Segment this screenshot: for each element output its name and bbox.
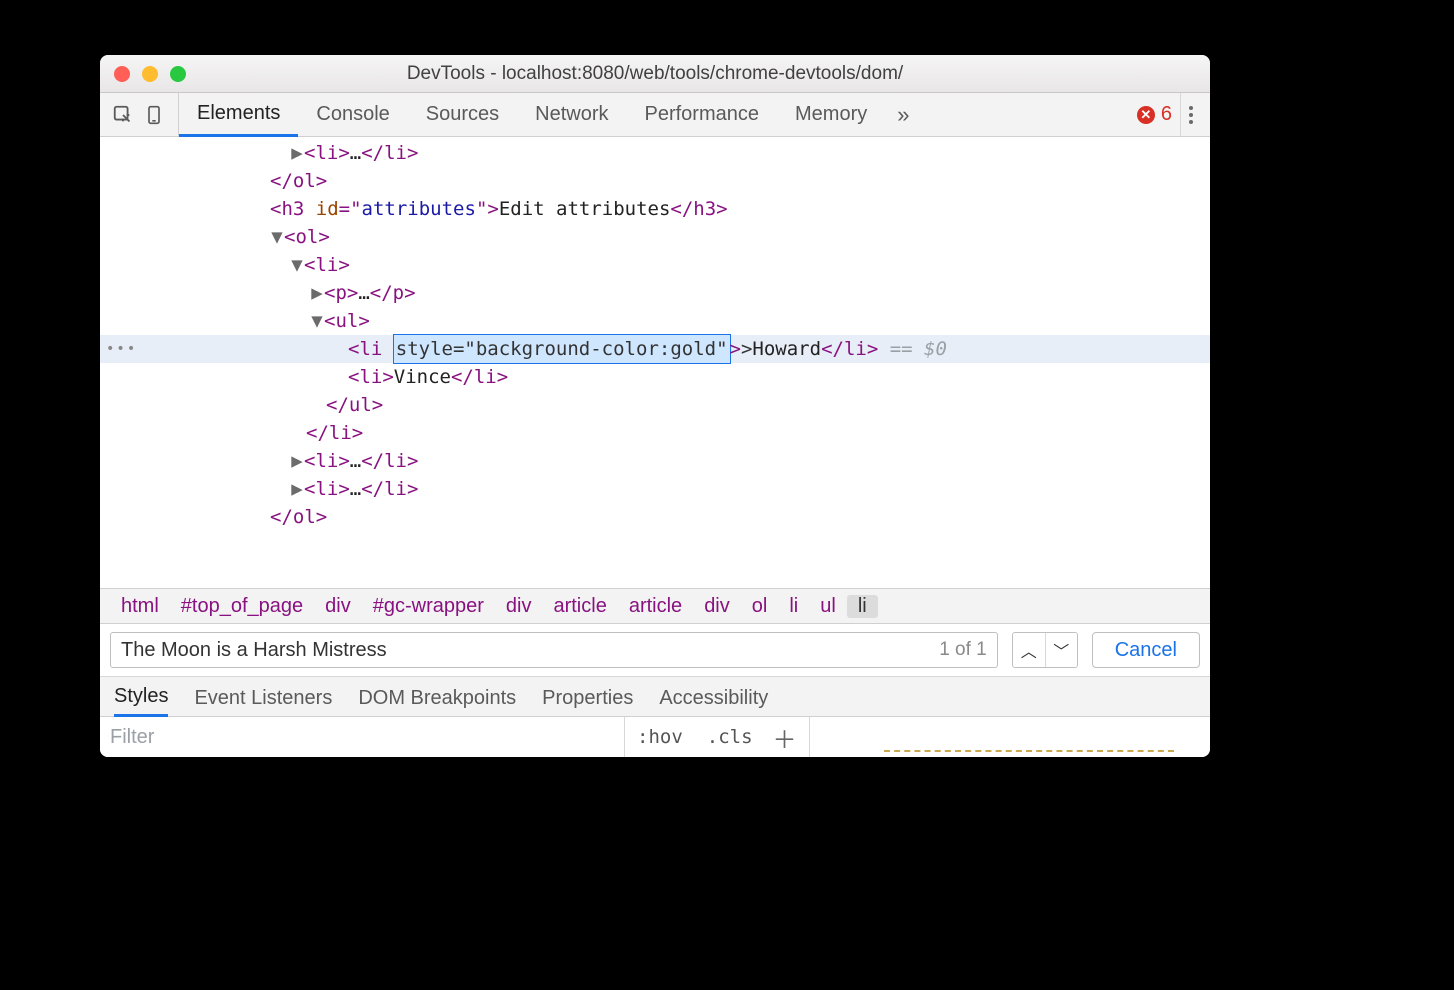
dom-node[interactable]: ▼<ol> (100, 223, 1210, 251)
dom-node[interactable]: ▼<ul> (100, 307, 1210, 335)
attribute-edit-input[interactable]: style="background-color:gold" (394, 335, 730, 363)
inspect-element-icon[interactable] (112, 104, 134, 126)
close-window-button[interactable] (114, 66, 130, 82)
minimize-window-button[interactable] (142, 66, 158, 82)
breadcrumb-item[interactable]: article (542, 595, 617, 618)
window-title: DevTools - localhost:8080/web/tools/chro… (100, 63, 1210, 85)
kebab-menu-icon[interactable] (1180, 93, 1204, 136)
main-toolbar: ElementsConsoleSourcesNetworkPerformance… (100, 93, 1210, 137)
dom-node[interactable]: <h3 id="attributes">Edit attributes</h3> (100, 195, 1210, 223)
dom-node-selected[interactable]: •••<li style="background-color:gold">>Ho… (100, 335, 1210, 363)
zoom-window-button[interactable] (170, 66, 186, 82)
search-nav-buttons: ︿ ﹀ (1012, 632, 1078, 668)
dom-breadcrumbs: html#top_of_pagediv#gc-wrapperdivarticle… (100, 588, 1210, 624)
devtools-window: DevTools - localhost:8080/web/tools/chro… (100, 55, 1210, 757)
inline-style-placeholder (884, 750, 1174, 753)
cls-toggle[interactable]: .cls (695, 717, 765, 757)
dom-node[interactable]: ▶<li>…</li> (100, 139, 1210, 167)
breadcrumb-item[interactable]: ol (741, 595, 779, 618)
breadcrumb-item[interactable]: #top_of_page (170, 595, 314, 618)
dom-node[interactable]: ▶<p>…</p> (100, 279, 1210, 307)
breadcrumb-item[interactable]: article (618, 595, 693, 618)
breadcrumb-item[interactable]: li (778, 595, 809, 618)
styles-subtabs: Styles Event Listeners DOM Breakpoints Prop… (100, 677, 1210, 717)
error-count: 6 (1161, 103, 1172, 126)
styles-filter-input[interactable] (100, 717, 625, 757)
elements-dom-tree[interactable]: ▶<li>…</li></ol><h3 id="attributes">Edit… (100, 137, 1210, 588)
breadcrumb-item[interactable]: div (495, 595, 543, 618)
tabs-overflow-button[interactable]: » (885, 102, 921, 128)
search-prev-button[interactable]: ︿ (1013, 633, 1045, 667)
dom-node[interactable]: ▶<li>…</li> (100, 475, 1210, 503)
titlebar: DevTools - localhost:8080/web/tools/chro… (100, 55, 1210, 93)
breadcrumb-item[interactable]: li (847, 595, 878, 618)
error-count-badge[interactable]: ✕ 6 (1129, 103, 1180, 126)
dom-node[interactable]: <li>Vince</li> (100, 363, 1210, 391)
dom-node[interactable]: </ol> (100, 503, 1210, 531)
new-style-rule-button[interactable]: ＋ (765, 720, 805, 755)
dom-node[interactable]: </li> (100, 419, 1210, 447)
device-toolbar-icon[interactable] (144, 104, 164, 126)
breadcrumb-item[interactable]: html (110, 595, 170, 618)
search-input[interactable] (111, 639, 929, 662)
tab-network[interactable]: Network (517, 93, 626, 136)
styles-filter-row: :hov .cls ＋ (100, 717, 1210, 757)
breadcrumb-item[interactable]: div (314, 595, 362, 618)
breadcrumb-item[interactable]: ul (809, 595, 847, 618)
search-result-count: 1 of 1 (929, 639, 997, 661)
subtab-styles[interactable]: Styles (114, 685, 168, 717)
expand-indicator-icon: ••• (100, 335, 130, 363)
tab-elements[interactable]: Elements (179, 93, 298, 137)
subtab-dom-breakpoints[interactable]: DOM Breakpoints (358, 687, 516, 716)
dom-node[interactable]: </ol> (100, 167, 1210, 195)
search-field-container: 1 of 1 (110, 632, 998, 668)
subtab-accessibility[interactable]: Accessibility (659, 687, 768, 716)
search-bar: 1 of 1 ︿ ﹀ Cancel (100, 624, 1210, 677)
dom-node[interactable]: </ul> (100, 391, 1210, 419)
breadcrumb-item[interactable]: #gc-wrapper (362, 595, 495, 618)
dom-node[interactable]: ▼<li> (100, 251, 1210, 279)
error-icon: ✕ (1137, 106, 1155, 124)
hov-toggle[interactable]: :hov (625, 717, 695, 757)
subtab-event-listeners[interactable]: Event Listeners (194, 687, 332, 716)
tab-console[interactable]: Console (298, 93, 407, 136)
cancel-button[interactable]: Cancel (1092, 632, 1200, 668)
window-controls (114, 66, 186, 82)
search-next-button[interactable]: ﹀ (1045, 633, 1077, 667)
dom-node[interactable]: ▶<li>…</li> (100, 447, 1210, 475)
subtab-properties[interactable]: Properties (542, 687, 633, 716)
breadcrumb-item[interactable]: div (693, 595, 741, 618)
tab-sources[interactable]: Sources (408, 93, 517, 136)
tab-memory[interactable]: Memory (777, 93, 885, 136)
tab-performance[interactable]: Performance (627, 93, 778, 136)
